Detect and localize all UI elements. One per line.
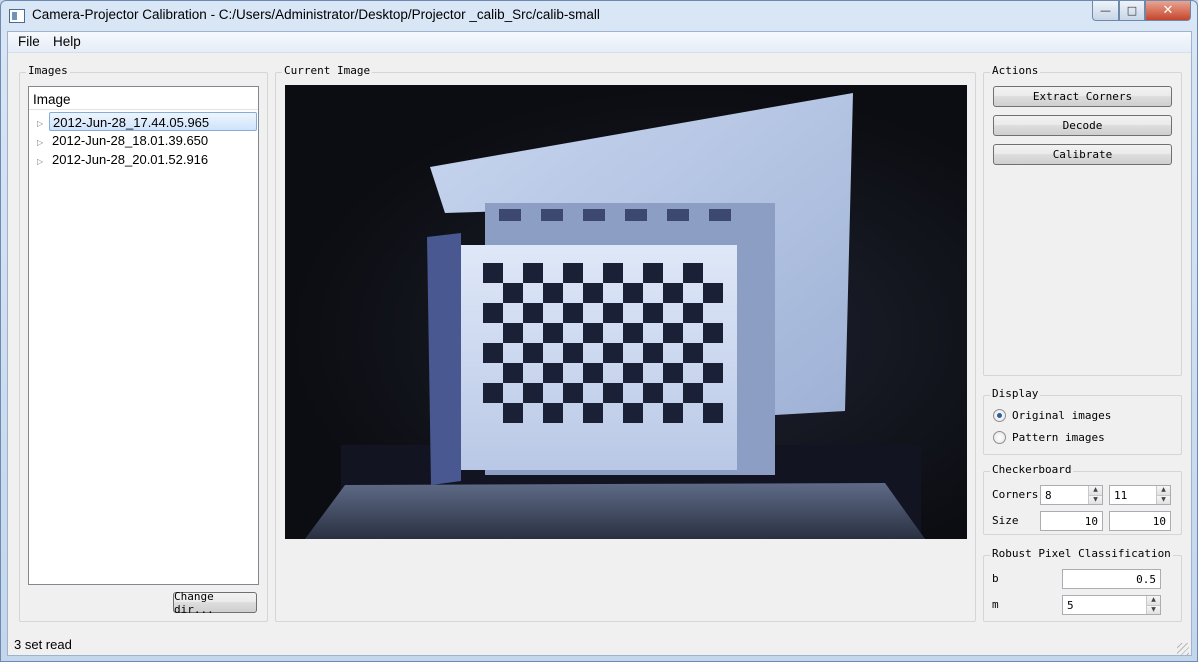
app-icon <box>9 9 25 23</box>
robust-group-title: Robust Pixel Classification <box>990 547 1173 560</box>
b-field[interactable]: 0.5 <box>1062 569 1161 589</box>
app-window: Camera-Projector Calibration - C:/Users/… <box>0 0 1198 662</box>
size-label: Size <box>992 514 1019 527</box>
corners-x-spinbox[interactable]: 8 ▲ ▼ <box>1040 485 1103 505</box>
camera-image <box>285 85 967 539</box>
spin-down-icon[interactable]: ▼ <box>1146 604 1160 614</box>
m-label: m <box>992 598 999 611</box>
pattern-images-label: Pattern images <box>1012 431 1105 444</box>
camera-photo-icon <box>305 93 925 539</box>
images-tree[interactable]: Image ▷ 2012-Jun-28_17.44.05.965 ▷ 2012-… <box>28 86 259 585</box>
menu-file[interactable]: File <box>18 34 40 49</box>
expand-arrow-icon[interactable]: ▷ <box>37 157 45 167</box>
size-y-field[interactable]: 10 <box>1109 511 1171 531</box>
resize-grip-icon[interactable] <box>1177 643 1189 655</box>
window-title: Camera-Projector Calibration - C:/Users/… <box>32 7 600 22</box>
close-button[interactable]: ✕ <box>1145 1 1191 21</box>
radio-unchecked-icon[interactable] <box>993 431 1006 444</box>
current-image-group-title: Current Image <box>282 64 373 77</box>
menu-help[interactable]: Help <box>53 34 81 49</box>
client-area: File Help Images Image ▷ 2012-Jun-28_17.… <box>7 31 1192 656</box>
status-bar: 3 set read <box>8 632 1191 657</box>
minimize-button[interactable]: — <box>1092 1 1119 21</box>
spin-down-icon[interactable]: ▼ <box>1156 494 1170 504</box>
m-spinbox[interactable]: 5 ▲ ▼ <box>1062 595 1161 615</box>
spin-down-icon[interactable]: ▼ <box>1088 494 1102 504</box>
checkerboard-group-title: Checkerboard <box>990 463 1074 476</box>
tree-item[interactable]: 2012-Jun-28_20.01.52.916 <box>49 150 257 169</box>
spin-up-icon[interactable]: ▲ <box>1088 486 1102 495</box>
m-value: 5 <box>1067 599 1074 612</box>
corners-label: Corners <box>992 488 1039 501</box>
actions-group-title: Actions <box>990 64 1041 77</box>
expand-arrow-icon[interactable]: ▷ <box>37 138 45 148</box>
corners-x-value: 8 <box>1045 489 1052 502</box>
original-images-label: Original images <box>1012 409 1112 422</box>
corners-y-value: 11 <box>1114 489 1128 502</box>
b-label: b <box>992 572 999 585</box>
display-group-title: Display <box>990 387 1041 400</box>
spin-up-icon[interactable]: ▲ <box>1156 486 1170 495</box>
original-images-radio[interactable]: Original images <box>993 409 1111 422</box>
calibrate-button[interactable]: Calibrate <box>993 144 1172 165</box>
change-dir-button[interactable]: Change dir... <box>173 590 257 616</box>
pattern-images-radio[interactable]: Pattern images <box>993 431 1105 444</box>
radio-checked-icon[interactable] <box>993 409 1006 422</box>
menu-bar: File Help <box>8 32 1191 53</box>
spin-up-icon[interactable]: ▲ <box>1146 596 1160 605</box>
size-x-field[interactable]: 10 <box>1040 511 1103 531</box>
expand-arrow-icon[interactable]: ▷ <box>37 119 45 129</box>
corners-y-spinbox[interactable]: 11 ▲ ▼ <box>1109 485 1171 505</box>
status-text: 3 set read <box>14 637 72 652</box>
tree-item[interactable]: 2012-Jun-28_18.01.39.650 <box>49 131 257 150</box>
minimize-icon: — <box>1100 4 1111 17</box>
title-bar[interactable]: Camera-Projector Calibration - C:/Users/… <box>1 1 1197 31</box>
extract-corners-button[interactable]: Extract Corners <box>993 86 1172 107</box>
display-group: Display <box>983 387 1182 455</box>
decode-button[interactable]: Decode <box>993 115 1172 136</box>
tree-column-header[interactable]: Image <box>29 87 258 110</box>
maximize-button[interactable]: □ <box>1119 1 1145 21</box>
close-icon: ✕ <box>1162 3 1174 18</box>
images-group-title: Images <box>26 64 70 77</box>
tree-item[interactable]: 2012-Jun-28_17.44.05.965 <box>49 112 257 131</box>
maximize-icon: □ <box>1126 4 1138 17</box>
